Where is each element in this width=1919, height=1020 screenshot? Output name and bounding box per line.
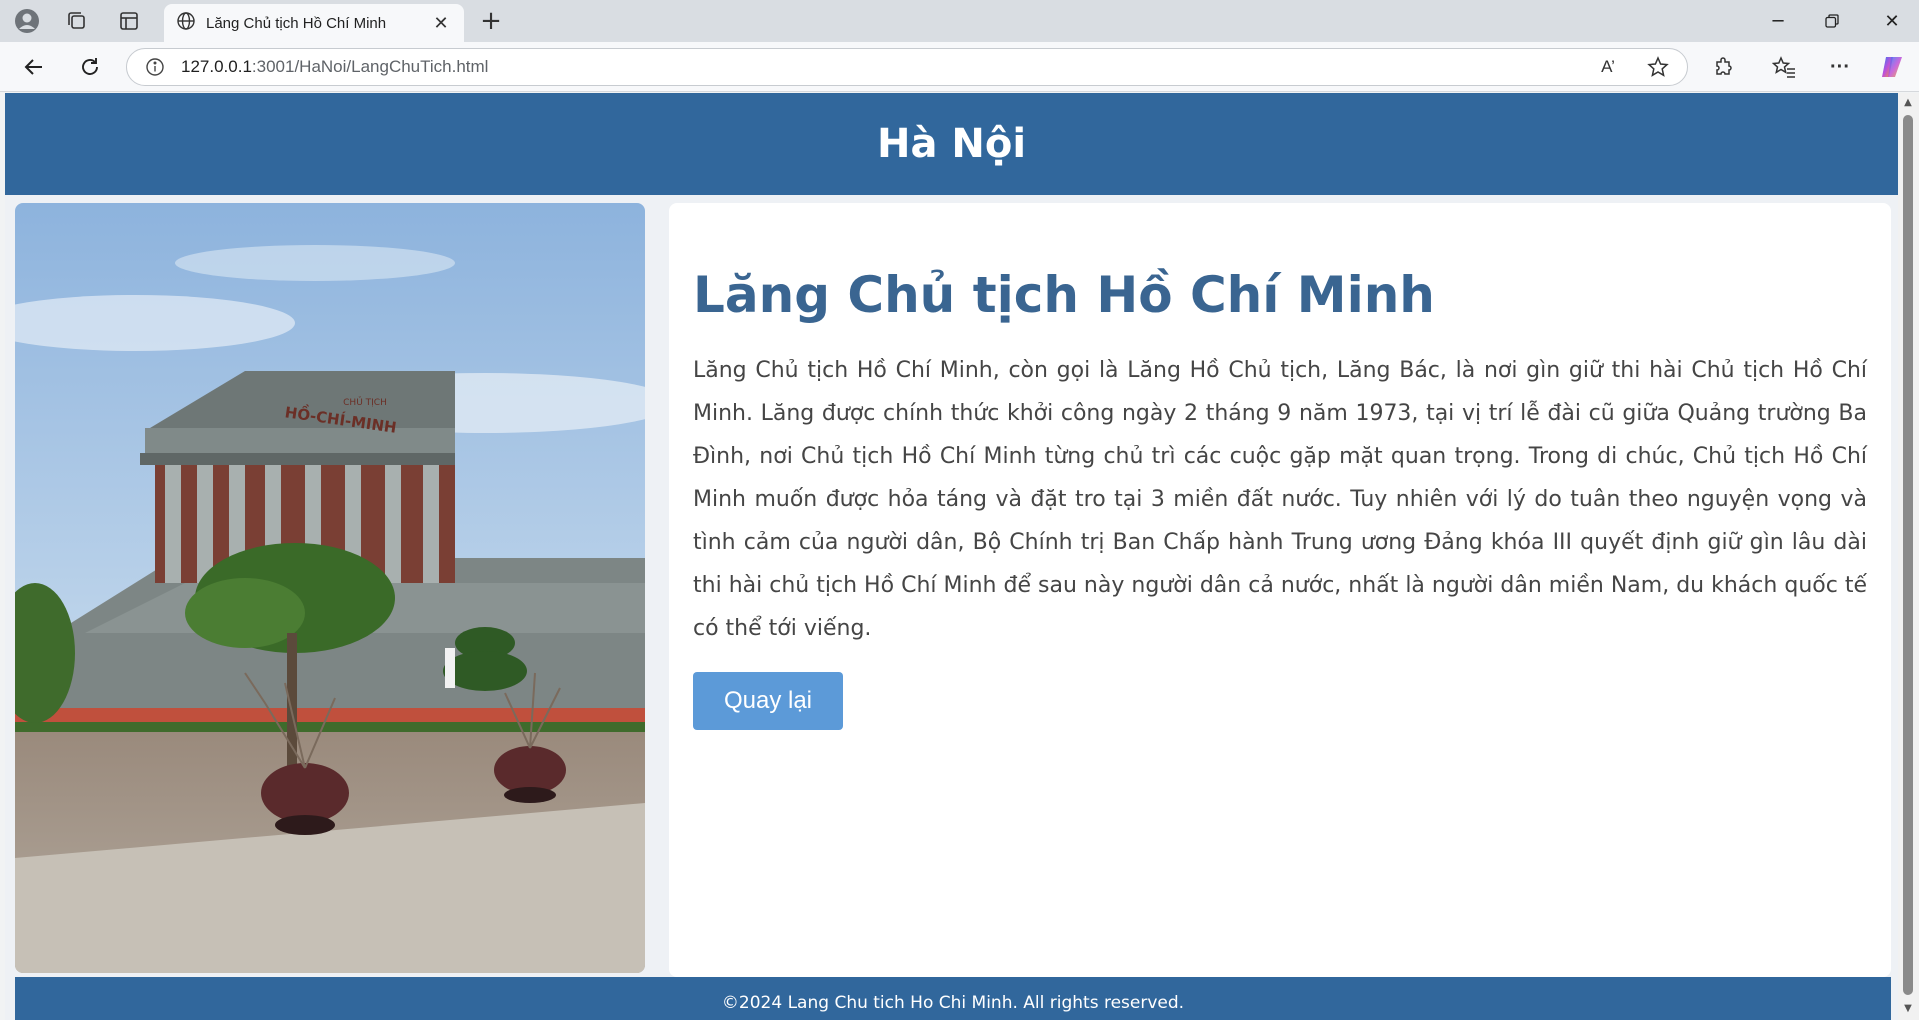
place-title: Lăng Chủ tịch Hồ Chí Minh bbox=[693, 266, 1435, 324]
reload-icon[interactable] bbox=[74, 52, 106, 82]
page-scrollbar[interactable]: ▲ ▼ bbox=[1898, 93, 1919, 1020]
read-aloud-icon[interactable]: A’ bbox=[1594, 54, 1622, 80]
browser-tab-bar: Lăng Chủ tịch Hồ Chí Minh ✕ + ─ ✕ bbox=[0, 0, 1919, 42]
info-icon[interactable] bbox=[145, 57, 165, 77]
scroll-up-icon[interactable]: ▲ bbox=[1902, 97, 1914, 109]
window-close-icon[interactable]: ✕ bbox=[1866, 6, 1918, 36]
tab-title: Lăng Chủ tịch Hồ Chí Minh bbox=[206, 14, 387, 32]
close-icon[interactable]: ✕ bbox=[430, 13, 452, 34]
url-path: :3001/HaNoi/LangChuTich.html bbox=[251, 57, 489, 76]
back-icon[interactable] bbox=[18, 52, 50, 82]
extensions-icon[interactable] bbox=[1710, 54, 1738, 80]
workspaces-icon[interactable] bbox=[62, 7, 92, 35]
tab-actions-icon[interactable] bbox=[114, 7, 144, 35]
url-host: 127.0.0.1 bbox=[181, 57, 252, 76]
more-icon[interactable]: ··· bbox=[1826, 54, 1854, 80]
site-header: Hà Nội bbox=[5, 93, 1898, 195]
globe-icon bbox=[176, 11, 196, 35]
photo-sign-top: CHỦ TỊCH bbox=[343, 396, 387, 408]
read-aloud-glyph: A’ bbox=[1601, 57, 1615, 76]
favorites-icon[interactable] bbox=[1770, 54, 1798, 80]
place-description: Lăng Chủ tịch Hồ Chí Minh, còn gọi là Lă… bbox=[693, 358, 1867, 641]
back-button[interactable]: Quay lại bbox=[693, 672, 843, 730]
content-card: Lăng Chủ tịch Hồ Chí Minh Lăng Chủ tịch … bbox=[669, 203, 1891, 977]
address-bar[interactable]: 127.0.0.1:3001/HaNoi/LangChuTich.html bbox=[126, 48, 1688, 86]
mausoleum-photo: CHỦ TỊCH HỒ-CHÍ-MINH bbox=[15, 203, 645, 973]
minimize-icon[interactable]: ─ bbox=[1752, 6, 1804, 36]
scroll-thumb[interactable] bbox=[1903, 115, 1913, 995]
browser-toolbar: 127.0.0.1:3001/HaNoi/LangChuTich.html A’… bbox=[0, 42, 1919, 92]
site-title: Hà Nội bbox=[876, 121, 1027, 167]
page-viewport: Hà Nội CHỦ TỊCH HỒ-CHÍ-MINH Lăng Chủ tịc… bbox=[5, 93, 1898, 1020]
scroll-down-icon[interactable]: ▼ bbox=[1902, 1003, 1914, 1015]
site-footer: ©2024 Lang Chu tich Ho Chi Minh. All rig… bbox=[15, 977, 1891, 1020]
favorite-star-icon[interactable] bbox=[1644, 54, 1672, 80]
restore-icon[interactable] bbox=[1806, 6, 1858, 36]
copilot-icon[interactable] bbox=[1878, 54, 1906, 80]
footer-text: ©2024 Lang Chu tich Ho Chi Minh. All rig… bbox=[721, 992, 1185, 1013]
new-tab-icon[interactable]: + bbox=[476, 8, 506, 36]
profile-icon[interactable] bbox=[12, 7, 42, 35]
active-tab[interactable]: Lăng Chủ tịch Hồ Chí Minh ✕ bbox=[164, 4, 464, 42]
